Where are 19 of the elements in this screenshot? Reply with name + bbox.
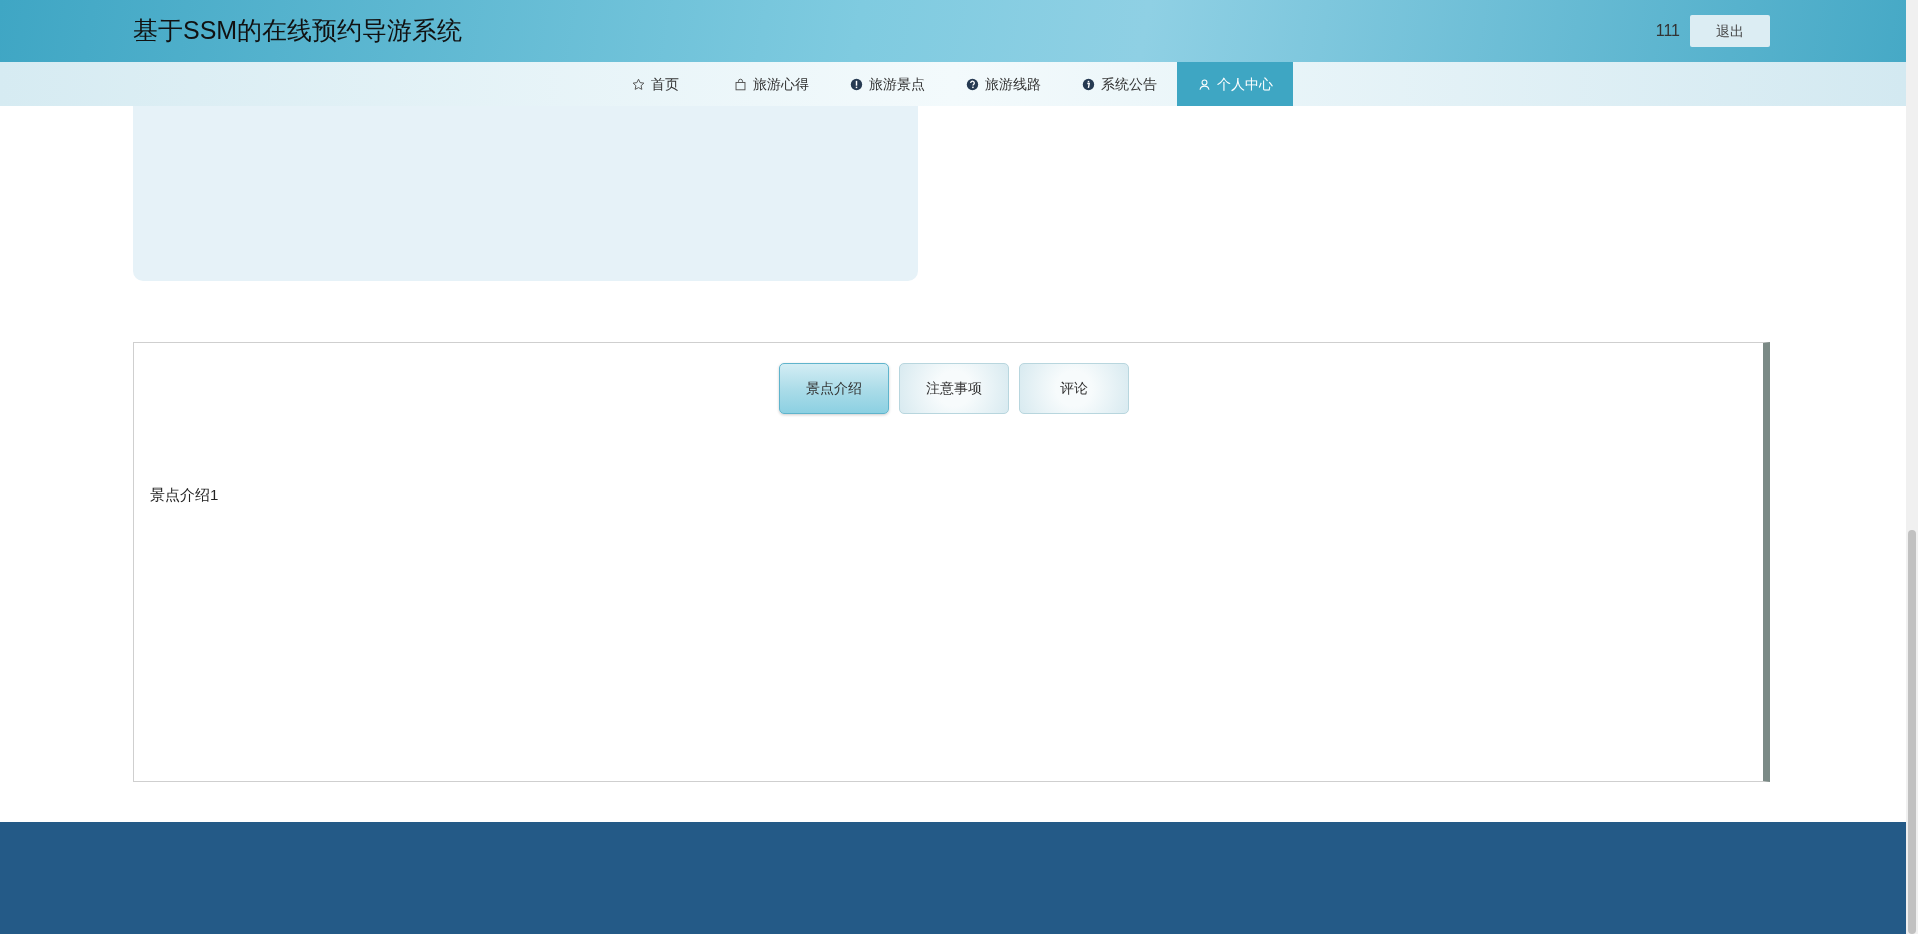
scrollbar[interactable] (1906, 0, 1918, 934)
info-circle-icon (1081, 77, 1095, 91)
tab-button[interactable]: 景点介绍 (778, 363, 889, 414)
content-text: 景点介绍1 (150, 485, 220, 505)
username-text: 111 (1655, 21, 1680, 41)
site-title: 基于SSM的在线预约导游系统 (133, 15, 463, 47)
help-circle-icon (965, 77, 979, 91)
tab-button[interactable]: 评论 (1018, 363, 1129, 414)
nav-item[interactable]: 旅游线路 (945, 62, 1061, 106)
star-icon (631, 77, 645, 91)
user-icon (1197, 77, 1211, 91)
nav-item[interactable]: 旅游景点 (829, 62, 945, 106)
logout-button[interactable]: 退出 (1690, 15, 1770, 47)
exclamation-circle-icon (849, 77, 863, 91)
nav-item[interactable]: 旅游心得 (713, 62, 829, 106)
tab-button[interactable]: 注意事项 (898, 363, 1009, 414)
bag-icon (733, 77, 747, 91)
nav-item[interactable]: 系统公告 (1061, 62, 1177, 106)
nav-item[interactable]: 首页 (597, 62, 713, 106)
